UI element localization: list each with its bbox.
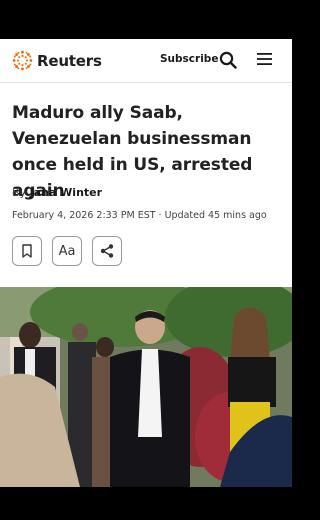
byline: By Jana Winter <box>12 186 102 199</box>
text-size-label: Aa <box>58 243 76 259</box>
hamburger-menu-icon[interactable] <box>257 53 272 65</box>
brand-name: Reuters <box>37 51 102 70</box>
reuters-logo-mark-icon <box>12 50 33 71</box>
search-icon[interactable] <box>219 51 237 69</box>
byline-prefix: By <box>12 186 27 199</box>
site-header: Reuters Subscribe <box>0 39 292 83</box>
text-size-button[interactable]: Aa <box>52 236 82 266</box>
share-icon <box>100 244 114 258</box>
bookmark-button[interactable] <box>12 236 42 266</box>
article-lead-photo[interactable] <box>0 287 292 487</box>
article-dateline: February 4, 2026 2:33 PM EST · Updated 4… <box>12 210 267 221</box>
bookmark-icon <box>22 244 32 258</box>
author-link[interactable]: Jana Winter <box>30 186 102 199</box>
lead-photo-image <box>0 287 292 487</box>
reuters-logo[interactable]: Reuters <box>12 50 102 71</box>
article-toolbar: Aa <box>12 236 132 266</box>
subscribe-button[interactable]: Subscribe <box>160 53 218 65</box>
article-screen: Reuters Subscribe Maduro ally Saab, Vene… <box>0 39 292 487</box>
share-button[interactable] <box>92 236 122 266</box>
